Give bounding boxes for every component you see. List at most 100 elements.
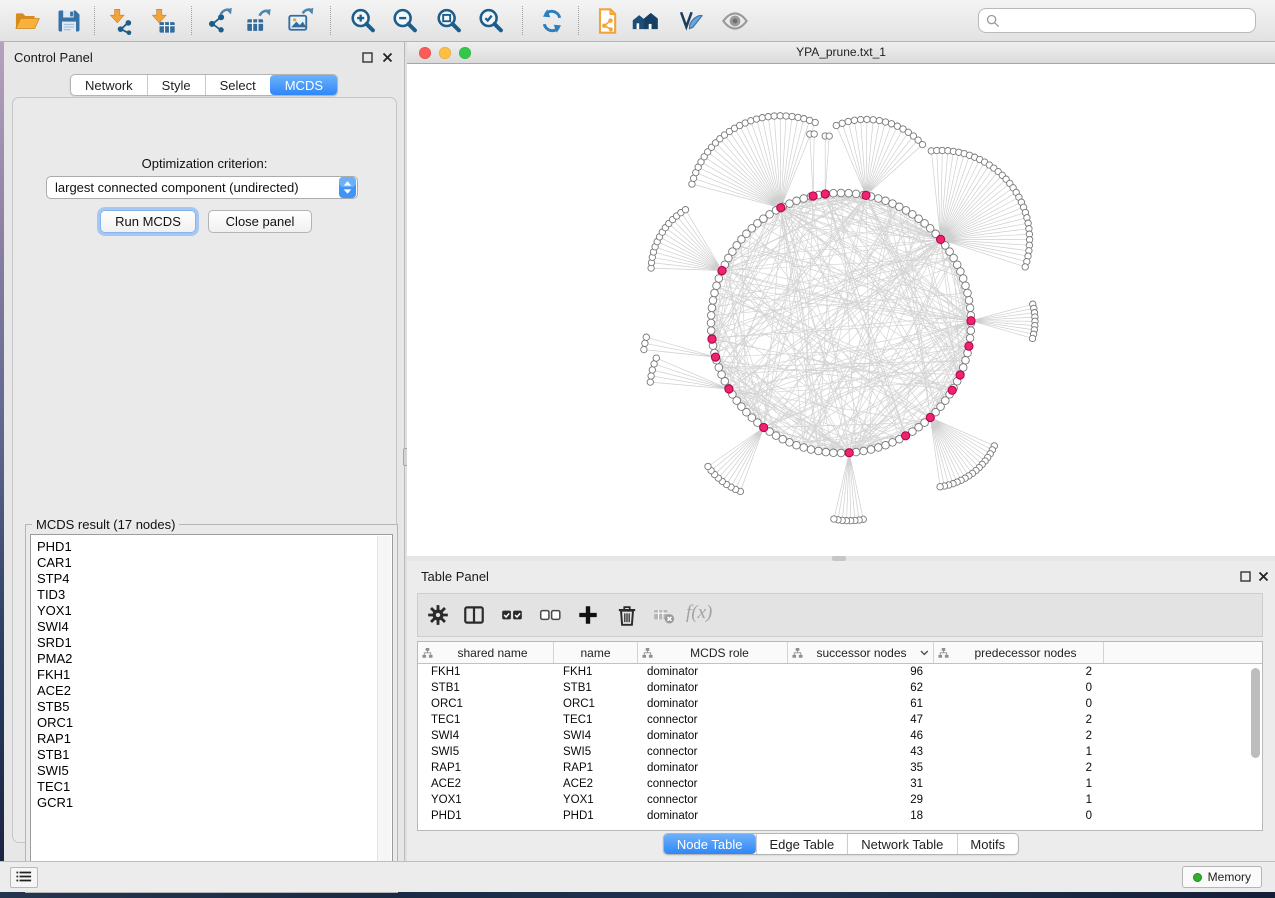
network-hub-node[interactable] xyxy=(902,432,910,440)
table-row[interactable]: STB1STB1dominator620 xyxy=(418,680,1262,696)
table-cell[interactable]: dominator xyxy=(638,810,788,822)
network-hub-node[interactable] xyxy=(937,235,945,243)
column-header-name[interactable]: name xyxy=(554,642,638,663)
network-node[interactable] xyxy=(860,447,868,455)
table-cell[interactable]: FKH1 xyxy=(418,666,554,678)
network-hub-node[interactable] xyxy=(926,413,934,421)
network-node[interactable] xyxy=(707,327,715,335)
table-row[interactable]: SWI5SWI5connector431 xyxy=(418,744,1262,760)
network-node[interactable] xyxy=(826,133,832,139)
network-node[interactable] xyxy=(777,113,783,119)
table-cell[interactable]: 29 xyxy=(788,794,934,806)
network-node[interactable] xyxy=(889,439,897,447)
table-cell[interactable]: 2 xyxy=(934,666,1104,678)
network-node[interactable] xyxy=(682,207,688,213)
table-cell[interactable]: connector xyxy=(638,778,788,790)
network-hub-node[interactable] xyxy=(708,335,716,343)
export-table-button[interactable] xyxy=(244,6,274,36)
network-node[interactable] xyxy=(1029,335,1035,341)
table-cell[interactable]: 1 xyxy=(934,778,1104,790)
network-node[interactable] xyxy=(882,441,890,449)
network-node[interactable] xyxy=(759,115,765,121)
network-node[interactable] xyxy=(795,114,801,120)
network-node[interactable] xyxy=(709,297,717,305)
table-cell[interactable]: 31 xyxy=(788,778,934,790)
network-node[interactable] xyxy=(964,289,972,297)
network-node[interactable] xyxy=(851,117,857,123)
select-all-button[interactable] xyxy=(500,603,524,627)
network-hub-node[interactable] xyxy=(718,266,726,274)
table-cell[interactable]: STB1 xyxy=(418,682,554,694)
network-node[interactable] xyxy=(653,355,659,361)
network-hub-node[interactable] xyxy=(725,385,733,393)
show-columns-button[interactable] xyxy=(462,603,486,627)
table-cell[interactable]: 43 xyxy=(788,746,934,758)
network-node[interactable] xyxy=(789,113,795,119)
zoom-in-button[interactable] xyxy=(348,6,378,36)
mcds-result-item[interactable]: PHD1 xyxy=(37,539,392,555)
import-network-button[interactable] xyxy=(106,6,136,36)
table-row[interactable]: FKH1FKH1dominator962 xyxy=(418,664,1262,680)
table-cell[interactable]: ACE2 xyxy=(418,778,554,790)
mcds-result-item[interactable]: FKH1 xyxy=(37,667,392,683)
network-node[interactable] xyxy=(711,289,719,297)
table-cell[interactable]: connector xyxy=(638,714,788,726)
network-node[interactable] xyxy=(811,131,817,137)
table-cell[interactable]: FKH1 xyxy=(554,666,638,678)
table-cell[interactable]: SWI5 xyxy=(418,746,554,758)
unselect-all-button[interactable] xyxy=(538,603,562,627)
table-cell[interactable]: STB1 xyxy=(554,682,638,694)
table-row[interactable]: TEC1TEC1connector472 xyxy=(418,712,1262,728)
mcds-result-item[interactable]: ACE2 xyxy=(37,683,392,699)
close-icon[interactable] xyxy=(1258,571,1269,582)
network-node[interactable] xyxy=(649,367,655,373)
tab-select[interactable]: Select xyxy=(205,75,270,95)
network-node[interactable] xyxy=(864,116,870,122)
network-node[interactable] xyxy=(966,334,974,342)
network-node[interactable] xyxy=(870,117,876,123)
network-node[interactable] xyxy=(786,200,794,208)
mcds-result-item[interactable]: PMA2 xyxy=(37,651,392,667)
tab-mcds[interactable]: MCDS xyxy=(270,75,337,95)
network-window-titlebar[interactable]: YPA_prune.txt_1 xyxy=(407,42,1275,64)
table-cell[interactable]: SWI4 xyxy=(554,730,638,742)
network-node[interactable] xyxy=(800,195,808,203)
open-file-button[interactable] xyxy=(12,6,42,36)
network-node[interactable] xyxy=(641,346,647,352)
table-cell[interactable]: PHD1 xyxy=(418,810,554,822)
network-node[interactable] xyxy=(839,120,845,126)
table-row[interactable]: YOX1YOX1connector291 xyxy=(418,792,1262,808)
table-cell[interactable]: YOX1 xyxy=(554,794,638,806)
table-cell[interactable]: SWI5 xyxy=(554,746,638,758)
table-cell[interactable]: 2 xyxy=(934,714,1104,726)
delete-column-button[interactable] xyxy=(615,603,639,627)
table-cell[interactable]: dominator xyxy=(638,762,788,774)
zoom-out-button[interactable] xyxy=(390,6,420,36)
table-tab-motifs[interactable]: Motifs xyxy=(956,834,1018,854)
mcds-result-item[interactable]: ORC1 xyxy=(37,715,392,731)
network-node[interactable] xyxy=(833,122,839,128)
network-hub-node[interactable] xyxy=(965,342,973,350)
mcds-result-item[interactable]: STB5 xyxy=(37,699,392,715)
table-cell[interactable]: 61 xyxy=(788,698,934,710)
column-header-successor-nodes[interactable]: successor nodes xyxy=(788,642,934,663)
network-node[interactable] xyxy=(765,114,771,120)
table-cell[interactable]: ORC1 xyxy=(418,698,554,710)
network-hub-node[interactable] xyxy=(956,371,964,379)
network-overview-button[interactable] xyxy=(592,6,622,36)
zoom-selected-button[interactable] xyxy=(476,6,506,36)
network-node[interactable] xyxy=(852,190,860,198)
network-node[interactable] xyxy=(713,282,721,290)
delete-table-button[interactable] xyxy=(652,603,676,627)
close-panel-button[interactable]: Close panel xyxy=(208,210,312,233)
network-node[interactable] xyxy=(1022,264,1028,270)
network-node[interactable] xyxy=(793,197,801,205)
network-node[interactable] xyxy=(837,189,845,197)
table-cell[interactable]: TEC1 xyxy=(554,714,638,726)
network-hub-node[interactable] xyxy=(862,191,870,199)
network-node[interactable] xyxy=(937,484,943,490)
table-cell[interactable]: 18 xyxy=(788,810,934,822)
network-node[interactable] xyxy=(831,516,837,522)
table-tab-network-table[interactable]: Network Table xyxy=(847,834,956,854)
network-node[interactable] xyxy=(845,189,853,197)
